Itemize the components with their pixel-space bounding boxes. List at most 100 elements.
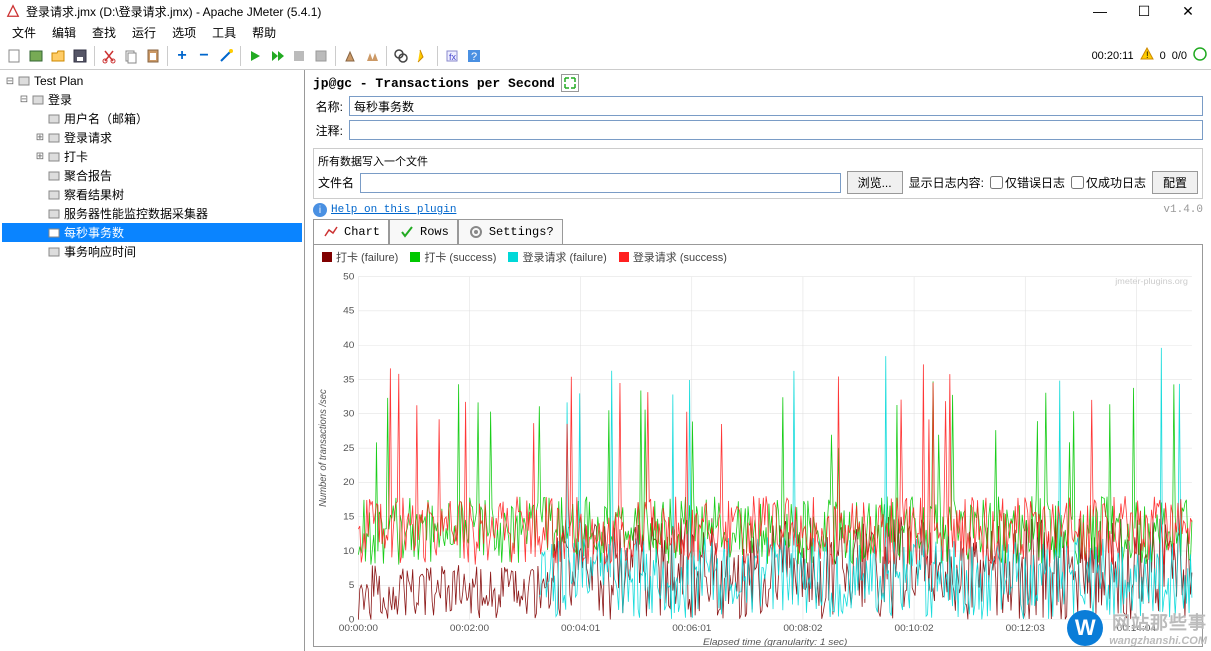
legend-item: 登录请求 (failure) (508, 249, 606, 265)
name-input[interactable] (349, 96, 1203, 116)
browse-button[interactable]: 浏览... (847, 171, 903, 194)
log-display-label: 显示日志内容: (909, 174, 984, 191)
clear-all-icon[interactable] (362, 46, 382, 66)
tree-node[interactable]: 事务响应时间 (2, 242, 302, 261)
config-button[interactable]: 配置 (1152, 171, 1198, 194)
toolbar: + − fx ? 00:20:11 ! 0 0/0 (0, 42, 1211, 70)
tree-node[interactable]: ⊟登录 (2, 90, 302, 109)
tree-node[interactable]: 聚合报告 (2, 166, 302, 185)
content-panel: jp@gc - Transactions per Second 名称: 注释: … (305, 70, 1211, 651)
menu-tools[interactable]: 工具 (206, 22, 242, 43)
cut-icon[interactable] (99, 46, 119, 66)
only-success-checkbox[interactable]: 仅成功日志 (1071, 174, 1146, 191)
menu-search[interactable]: 查找 (86, 22, 122, 43)
watermark-cn: 网站那些事 (1109, 609, 1207, 635)
svg-text:Elapsed time (granularity: 1 s: Elapsed time (granularity: 1 sec) (703, 637, 847, 647)
legend-item: 登录请求 (success) (619, 249, 727, 265)
svg-text:?: ? (471, 51, 477, 63)
help-icon[interactable]: ? (464, 46, 484, 66)
comment-label: 注释: (313, 122, 343, 139)
gear-icon (467, 223, 485, 241)
tree-node[interactable]: 用户名（邮箱） (2, 109, 302, 128)
minimize-button[interactable]: — (1087, 2, 1113, 20)
info-icon: i (313, 203, 327, 217)
search-icon[interactable] (391, 46, 411, 66)
watermark-en: wangzhanshi.COM (1109, 635, 1207, 647)
close-button[interactable]: ✕ (1175, 2, 1201, 20)
check-icon (398, 223, 416, 241)
tree-node[interactable]: 察看结果树 (2, 185, 302, 204)
function-helper-icon[interactable]: fx (442, 46, 462, 66)
title-bar: 登录请求.jmx (D:\登录请求.jmx) - Apache JMeter (… (0, 0, 1211, 22)
test-plan-tree[interactable]: ⊟Test Plan⊟登录用户名（邮箱）⊞登录请求⊞打卡聚合报告察看结果树服务器… (0, 70, 305, 651)
paste-icon[interactable] (143, 46, 163, 66)
tree-node[interactable]: ⊞打卡 (2, 147, 302, 166)
menu-run[interactable]: 运行 (126, 22, 162, 43)
panel-title: jp@gc - Transactions per Second (313, 76, 555, 91)
expand-icon[interactable] (561, 74, 579, 92)
clear-icon[interactable] (340, 46, 360, 66)
svg-text:00:08:02: 00:08:02 (783, 623, 822, 634)
copy-icon[interactable] (121, 46, 141, 66)
chart-canvas: 0510152025303540455000:00:0000:02:0000:0… (314, 269, 1202, 647)
only-error-checkbox[interactable]: 仅错误日志 (990, 174, 1065, 191)
wand-icon[interactable] (216, 46, 236, 66)
name-label: 名称: (313, 98, 343, 115)
reset-search-icon[interactable] (413, 46, 433, 66)
minus-icon[interactable]: − (194, 46, 214, 66)
shutdown-icon[interactable] (311, 46, 331, 66)
chart-icon (322, 223, 340, 241)
chart-legend: 打卡 (failure)打卡 (success)登录请求 (failure)登录… (314, 245, 1202, 269)
templates-icon[interactable] (26, 46, 46, 66)
menu-help[interactable]: 帮助 (246, 22, 282, 43)
app-icon (6, 4, 20, 18)
plus-icon[interactable]: + (172, 46, 192, 66)
menu-file[interactable]: 文件 (6, 22, 42, 43)
comment-input[interactable] (349, 120, 1203, 140)
svg-text:15: 15 (343, 512, 355, 523)
filename-input[interactable] (360, 173, 841, 193)
plugin-version: v1.4.0 (1163, 204, 1203, 216)
save-icon[interactable] (70, 46, 90, 66)
menu-bar: 文件 编辑 查找 运行 选项 工具 帮助 (0, 22, 1211, 42)
tree-node[interactable]: ⊟Test Plan (2, 72, 302, 90)
filename-label: 文件名 (318, 174, 354, 191)
svg-text:25: 25 (343, 443, 355, 454)
start-icon[interactable] (245, 46, 265, 66)
menu-edit[interactable]: 编辑 (46, 22, 82, 43)
svg-text:30: 30 (343, 409, 355, 420)
tab-chart[interactable]: Chart (313, 219, 389, 245)
warning-icon[interactable]: ! (1140, 47, 1154, 64)
start-notimers-icon[interactable] (267, 46, 287, 66)
svg-text:50: 50 (343, 272, 355, 283)
stop-icon[interactable] (289, 46, 309, 66)
tree-node[interactable]: 每秒事务数 (2, 223, 302, 242)
watermark: W 网站那些事 wangzhanshi.COM (1067, 609, 1207, 647)
plugin-help-link[interactable]: Help on this plugin (331, 204, 456, 216)
menu-options[interactable]: 选项 (166, 22, 202, 43)
window-title: 登录请求.jmx (D:\登录请求.jmx) - Apache JMeter (… (26, 3, 1087, 20)
tab-settings[interactable]: Settings? (458, 219, 563, 245)
elapsed-time: 00:20:11 (1092, 50, 1134, 62)
svg-text:fx: fx (449, 52, 457, 62)
maximize-button[interactable]: ☐ (1131, 2, 1157, 20)
svg-text:00:04:01: 00:04:01 (561, 623, 600, 634)
new-icon[interactable] (4, 46, 24, 66)
tab-rows[interactable]: Rows (389, 219, 458, 245)
svg-text:jmeter-plugins.org: jmeter-plugins.org (1114, 276, 1188, 286)
open-icon[interactable] (48, 46, 68, 66)
svg-text:00:12:03: 00:12:03 (1006, 623, 1045, 634)
svg-text:35: 35 (343, 375, 355, 386)
tree-node[interactable]: ⊞登录请求 (2, 128, 302, 147)
warning-count: 0 (1160, 50, 1166, 62)
svg-text:00:00:00: 00:00:00 (339, 623, 379, 634)
file-section-title: 所有数据写入一个文件 (318, 153, 1198, 169)
watermark-logo-icon: W (1067, 610, 1103, 646)
svg-text:10: 10 (343, 546, 355, 557)
svg-text:!: ! (1146, 50, 1149, 60)
tree-node[interactable]: 服务器性能监控数据采集器 (2, 204, 302, 223)
chart-area[interactable]: 打卡 (failure)打卡 (success)登录请求 (failure)登录… (313, 244, 1203, 647)
svg-text:00:02:00: 00:02:00 (450, 623, 490, 634)
svg-text:45: 45 (343, 306, 355, 317)
svg-text:00:06:01: 00:06:01 (672, 623, 711, 634)
